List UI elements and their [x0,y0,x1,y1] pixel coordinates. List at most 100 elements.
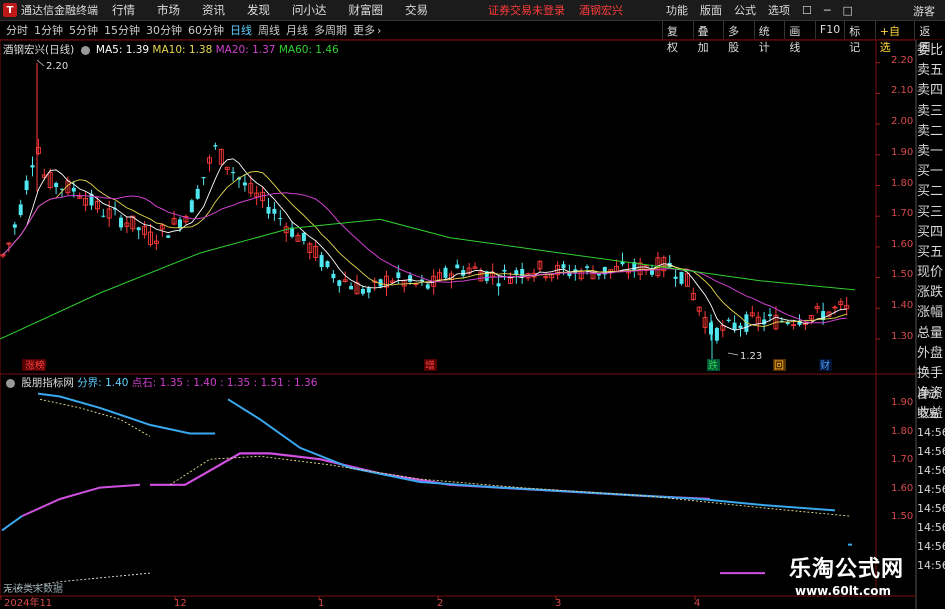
legend-ma20: MA20: 1.37 [215,44,276,56]
candle-body-down [24,180,29,191]
settings-circle-icon[interactable] [80,45,90,55]
side-label: 买五 [917,244,944,260]
candle-body-down [319,255,324,268]
indicator-tick: 1.50 [891,511,913,522]
candle-body-down [189,200,194,213]
indicator-dotted-line [169,455,851,517]
candle-body-down [101,215,106,217]
candle-body-down [502,269,507,272]
no-data-label: 无该类未数据 [3,584,63,595]
side-label: 买二 [917,184,944,200]
price-tick: 1.70 [891,208,913,219]
side-label: 委比 [917,43,944,58]
candle-body-down [12,224,17,228]
signal-tag: 涨榜 [25,359,45,372]
chart-frames [0,39,917,609]
side-label: 卖三 [917,103,944,119]
tick-label: 交易 [917,407,939,420]
candle-body-down [18,204,23,216]
moving-averages [0,158,856,340]
candle-body-down [408,275,413,282]
candle-body-down [325,261,330,268]
candle-body-down [242,182,247,186]
candle-body-down [195,188,200,199]
candle-body-down [331,273,336,279]
candle-body-down [455,264,460,269]
quote-side-panel: 委比 卖五 卖四 卖三 卖二 卖一 买一 买二 买三 买四 买五 现价 涨跌 涨幅 总量 外盘 换手 净资 收益 [917,41,945,425]
date-tick: 12 [174,598,187,609]
candle-body-down [360,289,365,294]
candle-body-down [366,288,371,293]
low-marker [727,352,739,356]
candle-body-down [561,264,566,269]
date-tick: 3 [555,598,561,609]
price-tick: 2.00 [891,116,913,127]
price-tick: 1.50 [891,269,913,280]
ma10-line [2,170,847,328]
indicator-magenta-line [21,483,141,518]
tick-label: 14:56 [917,464,945,477]
side-label: 买四 [917,224,944,240]
settings-circle-icon[interactable] [6,378,15,388]
candle-body-down [396,272,401,278]
side-label: 卖五 [917,63,944,79]
legend-title[interactable]: 酒钢宏兴(日线) [3,44,74,56]
indicator-tick: 1.90 [891,397,913,408]
indicator-magenta-line [150,452,711,501]
tick-label: 14:56 [917,483,945,496]
side-label: 卖四 [917,83,944,99]
kline-chart[interactable]: 2.20 2.10 2.00 1.90 1.80 1.70 1.60 1.50 … [0,0,945,609]
indicator-lines [1,392,852,591]
candle-body-down [585,266,590,268]
indicator-param1: 分界: 1.40 [77,377,129,389]
signal-tag: 回 [774,360,784,372]
indicator-blue-line [37,392,215,435]
side-label: 买三 [917,204,944,220]
candle-body-down [496,283,501,287]
high-marker [36,59,45,67]
candle-body-down [337,280,342,286]
high-annotation: 2.20 [46,61,68,72]
signal-tag: 跌 [708,359,718,372]
price-tick: 1.80 [891,178,913,189]
tick-label: 14:56 [917,426,945,439]
ma5-line [2,158,847,331]
candle-body-down [443,267,448,278]
indicator-legend: 股朋指标网 分界: 1.40 点石: 1.35 : 1.40 : 1.35 : … [3,375,317,390]
date-tick: 4 [694,598,700,609]
candle-body-down [136,227,141,231]
candle-body-down [673,276,678,279]
indicator-param2: 点石: 1.35 : 1.40 : 1.35 : 1.51 : 1.36 [131,377,318,389]
indicator-tick: 1.60 [891,483,913,494]
candle-body-down [732,322,737,330]
low-annotation: 1.23 [740,351,762,362]
indicator-blue-line [227,398,836,512]
ma20-line [2,192,847,324]
watermark-title: 乐淘公式网 [789,557,905,582]
candle-body-down [266,206,271,214]
watermark: 乐淘公式网 www.60lt.com [783,551,943,609]
candle-body-down [119,217,123,228]
indicator-tick: 1.80 [891,426,913,437]
indicator-blue-line [1,515,23,532]
signal-tags: 涨榜 增 跌 回 财 [22,359,832,372]
main-frame [0,39,917,375]
side-label: 总量 [917,325,944,341]
candle-body-down [54,183,59,188]
date-tick: 2 [437,598,443,609]
side-label: 涨跌 [917,285,944,301]
legend-ma60: MA60: 1.46 [278,44,339,56]
main-chart-legend: 酒钢宏兴(日线) MA5: 1.39 MA10: 1.38 MA20: 1.37… [3,42,339,57]
side-label: 买一 [917,164,944,180]
signal-tag: 增 [425,359,435,372]
candle-body-down [30,165,35,168]
candles [0,62,850,361]
tick-side-panel: 自动交易14:5614:5614:5614:5614:5614:5614:561… [917,385,945,575]
candle-body-down [425,284,430,289]
candle-body-down [738,325,743,329]
indicator-title[interactable]: 股朋指标网 [21,377,74,389]
tick-label: 自动 [917,388,939,401]
candle-body-down [231,172,236,174]
side-label: 涨幅 [917,305,944,321]
price-tick: 1.60 [891,239,913,250]
